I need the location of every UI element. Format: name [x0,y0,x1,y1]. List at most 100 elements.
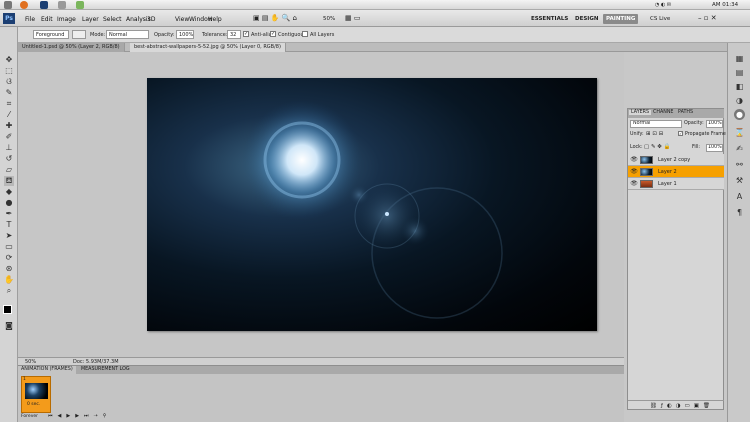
masks-icon[interactable]: ● [734,109,745,120]
paint-bucket-tool-icon[interactable]: ⛾ [4,176,14,186]
document-canvas[interactable] [147,78,597,331]
styles-icon[interactable]: ◧ [734,81,745,92]
swatches-icon[interactable]: ▤ [734,67,745,78]
layer-actions-bar[interactable]: ⛓ƒ◐◑▭▣🗑 [628,400,724,410]
cslive-button[interactable]: CS Live [650,16,670,22]
character-icon[interactable]: A [734,191,745,202]
pen-tool-icon[interactable]: ✒ [4,209,14,219]
quick-select-icon[interactable]: ✎ [4,88,14,98]
menu-image[interactable]: Image [57,16,76,23]
blur-tool-icon[interactable]: ◆ [4,187,14,197]
path-select-icon[interactable]: ➤ [4,231,14,241]
opacity-field[interactable]: 100% [176,30,194,39]
tab-animation-frames[interactable]: ANIMATION (FRAMES) [18,366,76,374]
visibility-eye-icon[interactable]: 👁 [630,156,638,164]
layer-row-selected[interactable]: 👁 Layer 2 [628,166,724,178]
propagate-checkbox[interactable]: ✓ [678,131,683,136]
marquee-tool-icon[interactable]: ⬚ [4,66,14,76]
history-icon[interactable]: ⌛ [734,127,745,138]
tab-channels[interactable]: CHANNE [653,110,673,115]
clone-source-icon[interactable]: ⚯ [734,159,745,170]
fill-field[interactable]: 100% [706,144,723,152]
menu-select[interactable]: Select [103,16,122,23]
menu-3d[interactable]: View [175,16,189,23]
quick-mask-icon[interactable]: ◙ [4,321,14,331]
healing-brush-icon[interactable]: ✚ [4,121,14,131]
arrange-icon[interactable]: ▦ ▭ [345,14,360,22]
lens-flare-image [242,100,503,319]
tab-untitled[interactable]: Untitled-1.psd @ 50% (Layer 2, RGB/8) [18,43,125,52]
contiguous-checkbox[interactable]: ✓ [270,31,276,37]
workspace-painting[interactable]: PAINTING [603,14,639,24]
wifi-icon[interactable]: ◔ ◐ ✉ [655,2,671,8]
browser-icon[interactable] [20,1,28,9]
visibility-eye-icon[interactable]: 👁 [630,168,638,176]
foreground-color[interactable] [3,305,12,314]
window-controls[interactable]: – ▫ ✕ [698,14,717,22]
move-tool-icon[interactable]: ✥ [4,55,14,65]
layer-name[interactable]: Layer 2 [658,169,677,175]
eyedropper-icon[interactable]: ⁄ [4,110,14,120]
layer-name[interactable]: Layer 2 copy [658,157,690,163]
tab-layers[interactable]: LAYERS [629,110,652,115]
dodge-tool-icon[interactable]: ● [4,198,14,208]
mode-dropdown[interactable]: Normal [106,30,149,39]
paragraph-icon[interactable]: ¶ [734,207,745,218]
antialias-checkbox[interactable]: ✓ [243,31,249,37]
crop-tool-icon[interactable]: ⌗ [4,99,14,109]
layers-panel: LAYERS CHANNE PATHS Normal Opacity: 100%… [627,108,730,410]
menu-edit[interactable]: Edit [41,16,53,23]
menu-analysis[interactable]: 3D [147,16,155,23]
visibility-eye-icon[interactable]: 👁 [630,180,638,188]
application-bar: Ps File Edit Image Layer Select Analysis… [0,10,750,27]
hand-tool-icon[interactable]: ✋ [4,275,14,285]
fill-label: Fill: [692,145,701,150]
folder-icon[interactable] [76,1,84,9]
brush-presets-icon[interactable]: ✍ [734,143,745,154]
pattern-swatch[interactable] [72,30,86,39]
layer-row[interactable]: 👁 Layer 1 [628,178,724,190]
tab-measurement-log[interactable]: MEASUREMENT LOG [78,366,133,374]
layer-name[interactable]: Layer 1 [658,181,677,187]
bridge-icon[interactable]: ▣ ▤ ✋ 🔍 ⌂ [253,14,297,22]
layer-thumbnail [640,168,653,176]
shape-tool-icon[interactable]: ▭ [4,242,14,252]
zoom-level[interactable]: 50% [323,16,335,22]
tab-wallpaper[interactable]: best-abstract-wallpapers-5-52.jpg @ 50% … [130,43,286,52]
layers-opacity-field[interactable]: 100% [706,120,723,128]
3d-rotate-icon[interactable]: ⟳ [4,253,14,263]
history-brush-icon[interactable]: ↺ [4,154,14,164]
menu-file[interactable]: File [25,16,35,23]
menu-window[interactable]: Help [208,16,222,23]
blend-mode-dropdown[interactable]: Normal [630,120,682,128]
unify-icons[interactable]: ⊞ ⊡ ⊟ [646,131,663,137]
layer-thumbnail [640,180,653,188]
menu-layer[interactable]: Layer [82,16,99,23]
3d-orbit-icon[interactable]: ⊛ [4,264,14,274]
photoshop-icon[interactable] [40,1,48,9]
lasso-tool-icon[interactable]: ଓ [4,77,14,87]
brush-tool-icon[interactable]: ✐ [4,132,14,142]
clone-stamp-icon[interactable]: ⊥ [4,143,14,153]
eraser-tool-icon[interactable]: ▱ [4,165,14,175]
workspace-design[interactable]: DESIGN [572,14,601,24]
animation-frame[interactable]: 1 0 sec. [21,376,51,413]
finder-icon[interactable] [58,1,66,9]
lock-icons[interactable]: ▢ ✎ ✥ 🔒 [644,144,671,150]
adjustments-icon[interactable]: ◑ [734,95,745,106]
loop-dropdown[interactable]: Forever [21,414,38,419]
alllayers-checkbox[interactable] [302,31,308,37]
tolerance-field[interactable]: 32 [227,30,241,39]
zoom-tool-icon[interactable]: ⌕ [4,286,14,296]
app-icon[interactable] [4,1,12,9]
document-tabs: Untitled-1.psd @ 50% (Layer 2, RGB/8) be… [18,43,728,52]
tab-paths[interactable]: PATHS [678,110,693,115]
workspace-essentials[interactable]: ESSENTIALS [528,14,571,24]
tool-presets-icon[interactable]: ⚒ [734,175,745,186]
frame-time[interactable]: 0 sec. [27,402,40,407]
type-tool-icon[interactable]: T [4,220,14,230]
preset-dropdown[interactable]: Foreground [33,30,69,39]
color-panel-icon[interactable]: ▦ [734,53,745,64]
playback-controls[interactable]: ⏮◀▶▶⏭⇢⚲ [48,413,111,419]
layer-row[interactable]: 👁 Layer 2 copy [628,154,724,166]
